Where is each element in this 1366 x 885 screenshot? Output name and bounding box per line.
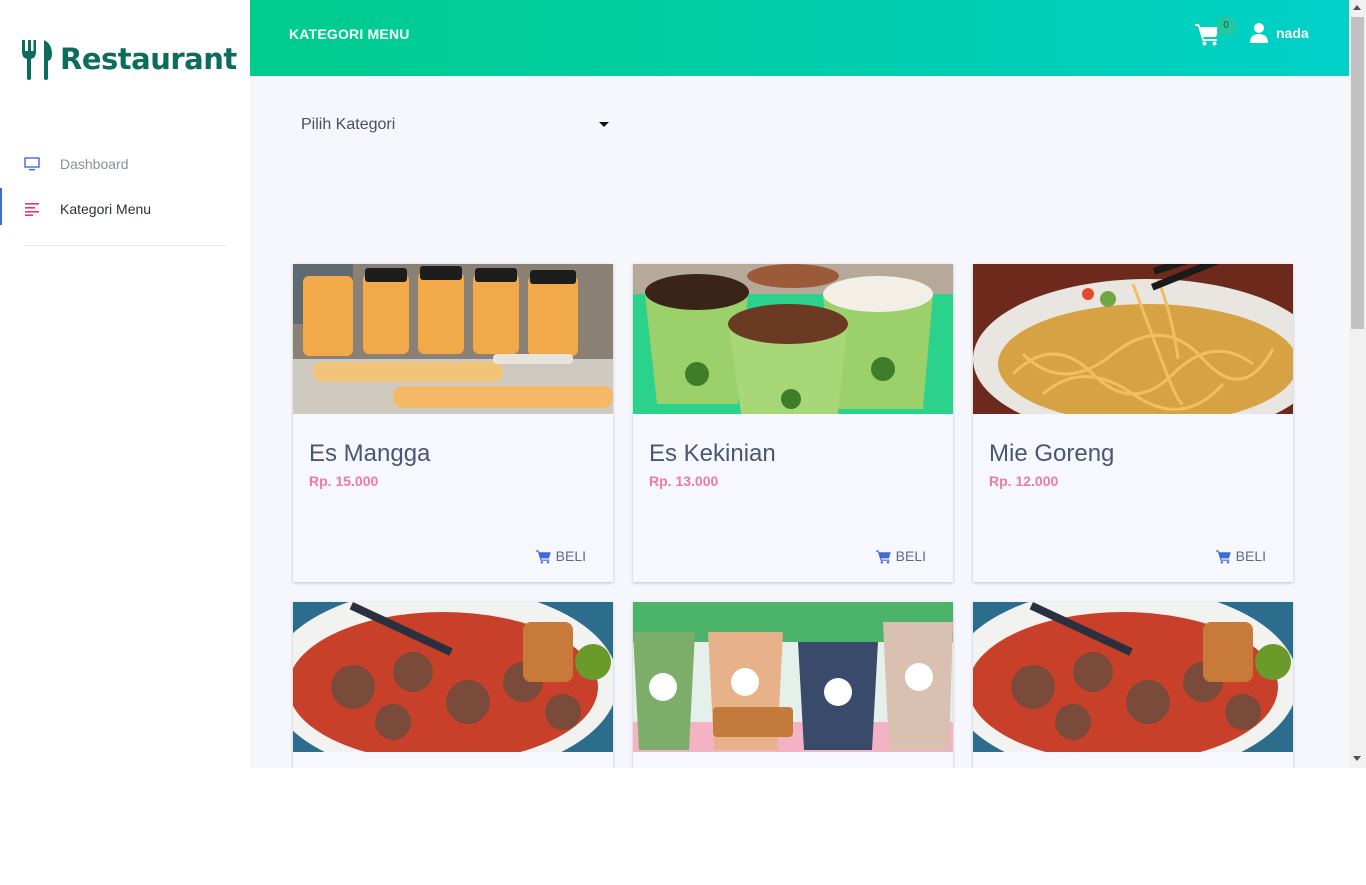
utensils-icon: [22, 40, 52, 80]
brand-name: Restaurant: [60, 42, 237, 76]
category-select[interactable]: Pilih Kategori: [290, 108, 615, 142]
sidebar-item-kategori-menu[interactable]: Kategori Menu: [0, 186, 250, 231]
cart-icon: [875, 549, 891, 564]
user-icon: [1250, 23, 1268, 43]
top-header: KATEGORI MENU 0 nada: [250, 0, 1350, 76]
buy-label: BELI: [555, 548, 586, 564]
product-card: [973, 602, 1293, 768]
product-name: Es Kekinian: [649, 440, 776, 467]
scroll-down-icon[interactable]: [1353, 756, 1361, 761]
user-menu[interactable]: nada: [1250, 23, 1309, 43]
chevron-down-icon: [599, 122, 609, 127]
product-image: [293, 264, 613, 414]
buy-button[interactable]: BELI: [875, 548, 926, 564]
product-price: Rp. 12.000: [989, 473, 1059, 489]
buy-button[interactable]: BELI: [1215, 548, 1266, 564]
product-price: Rp. 15.000: [309, 473, 379, 489]
brand-logo[interactable]: Restaurant: [20, 38, 237, 80]
scrollbar-thumb[interactable]: [1351, 17, 1364, 329]
product-card: [633, 602, 953, 768]
user-name: nada: [1276, 25, 1309, 41]
cart-count-badge: 0: [1217, 17, 1235, 35]
product-image: [293, 602, 613, 752]
product-image: [633, 264, 953, 414]
product-name: Mie Goreng: [989, 440, 1115, 467]
sidebar-nav: Dashboard Kategori Menu: [0, 141, 250, 231]
product-price: Rp. 13.000: [649, 473, 719, 489]
sidebar: Restaurant Dashboard Kategori Menu: [0, 0, 250, 768]
product-name: Es Mangga: [309, 440, 431, 467]
sidebar-divider: [24, 245, 226, 246]
sidebar-item-label: Dashboard: [60, 155, 129, 172]
cart-icon: [1215, 549, 1231, 564]
page-scrollbar[interactable]: [1349, 0, 1366, 768]
product-image: [973, 264, 1293, 414]
cart-icon: [535, 549, 551, 564]
product-card: Mie Goreng Rp. 12.000 BELI: [973, 264, 1293, 582]
buy-button[interactable]: BELI: [535, 548, 586, 564]
product-image: [973, 602, 1293, 752]
product-card: Es Mangga Rp. 15.000 BELI: [293, 264, 613, 582]
product-image: [633, 602, 953, 752]
buy-label: BELI: [1235, 548, 1266, 564]
sidebar-item-dashboard[interactable]: Dashboard: [0, 141, 250, 186]
monitor-icon: [23, 155, 41, 173]
category-select-value: Pilih Kategori: [301, 116, 396, 133]
product-card: Es Kekinian Rp. 13.000 BELI: [633, 264, 953, 582]
buy-label: BELI: [895, 548, 926, 564]
product-card: [293, 602, 613, 768]
scroll-up-icon[interactable]: [1353, 5, 1361, 10]
app-viewport: Restaurant Dashboard Kategori Menu KATEG…: [0, 0, 1366, 768]
sidebar-item-label: Kategori Menu: [60, 200, 152, 217]
page-title: KATEGORI MENU: [289, 26, 410, 42]
menu-lines-icon: [23, 200, 41, 218]
